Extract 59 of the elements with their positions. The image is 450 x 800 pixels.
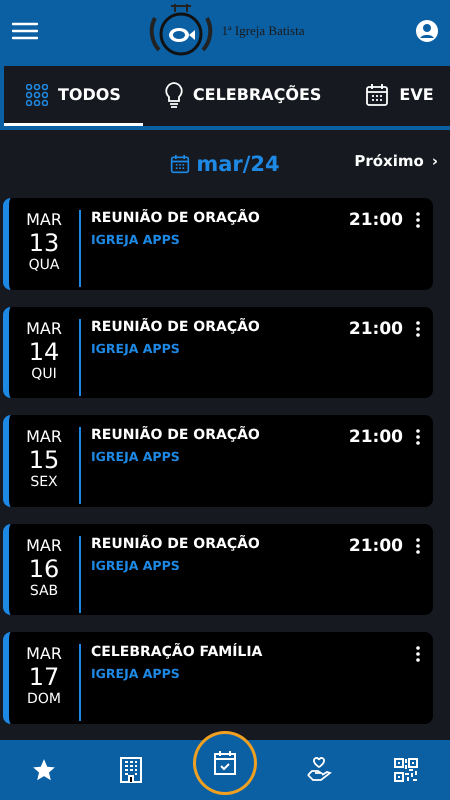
event-organizer: IGREJA APPS xyxy=(91,340,181,356)
profile-button[interactable] xyxy=(416,20,438,42)
event-weekday: QUA xyxy=(28,257,60,273)
event-weekday: SAB xyxy=(30,582,58,599)
event-day: 16 xyxy=(28,554,60,583)
event-day: 17 xyxy=(28,663,60,692)
menu-icon xyxy=(12,22,38,40)
event-title: REUNIÃO DE ORAÇÃO xyxy=(91,427,261,444)
calendar-check-icon xyxy=(212,750,237,776)
building-icon xyxy=(118,757,143,783)
event-time: 21:00 xyxy=(348,318,403,341)
event-month: MAR xyxy=(26,644,62,664)
event-card[interactable]: MAR 15 SEX REUNIÃO DE ORAÇÃO IGREJA APPS 21:00 xyxy=(3,415,433,507)
grid-icon xyxy=(26,84,48,106)
event-organizer: IGREJA APPS xyxy=(91,449,181,464)
event-card[interactable]: MAR 17 DOM CELEBRAÇÃO FAMÍLIA IGREJA APPS xyxy=(3,632,433,724)
event-month: MAR xyxy=(26,536,62,555)
calendar-icon xyxy=(365,82,390,106)
category-tab[interactable]: TODOS xyxy=(4,66,143,126)
event-time: 21:00 xyxy=(348,534,403,558)
event-day: 15 xyxy=(28,446,60,474)
qr-code-icon xyxy=(394,758,418,782)
logo-text: 1ª Igreja Batista xyxy=(221,23,304,39)
more-icon xyxy=(416,429,420,446)
event-card[interactable]: MAR 13 QUA REUNIÃO DE ORAÇÃO IGREJA APPS 21:00 xyxy=(3,198,433,290)
event-month: MAR xyxy=(26,318,62,338)
event-card[interactable]: MAR 16 SAB REUNIÃO DE ORAÇÃO IGREJA APPS 21:00 xyxy=(3,524,433,616)
next-month-button[interactable]: Próximo › xyxy=(354,152,438,170)
event-title: REUNIÃO DE ORAÇÃO xyxy=(91,210,261,226)
calendar-icon xyxy=(170,154,190,174)
hand-heart-icon xyxy=(306,757,332,783)
more-icon xyxy=(416,646,420,662)
star-icon xyxy=(30,757,57,783)
more-icon xyxy=(416,538,420,554)
event-weekday: QUI xyxy=(31,366,57,382)
event-title: REUNIÃO DE ORAÇÃO xyxy=(91,318,261,335)
event-day: 13 xyxy=(28,229,60,257)
more-icon xyxy=(416,320,420,337)
event-time: 21:00 xyxy=(348,209,403,232)
event-time: 21:00 xyxy=(348,426,403,450)
event-card[interactable]: MAR 14 QUI REUNIÃO DE ORAÇÃO IGREJA APPS 21:00 xyxy=(3,306,433,398)
menu-button[interactable] xyxy=(12,22,38,40)
month-label: mar/24 xyxy=(196,152,280,176)
event-weekday: DOM xyxy=(27,691,61,708)
event-title: CELEBRAÇÃO FAMÍLIA xyxy=(91,644,264,660)
lightbulb-icon xyxy=(164,82,183,108)
category-tab[interactable]: EVE xyxy=(343,66,450,126)
event-organizer: IGREJA APPS xyxy=(91,232,181,247)
event-day: 14 xyxy=(28,338,60,366)
more-icon xyxy=(416,212,420,228)
event-weekday: SEX xyxy=(30,474,58,490)
nav-button[interactable] xyxy=(196,734,254,792)
category-tab[interactable]: CELEBRAÇÕES xyxy=(142,66,344,126)
user-icon xyxy=(416,20,438,42)
event-title: REUNIÃO DE ORAÇÃO xyxy=(91,536,261,552)
event-month: MAR xyxy=(26,210,62,229)
event-organizer: IGREJA APPS xyxy=(91,666,181,682)
event-month: MAR xyxy=(26,427,62,446)
event-organizer: IGREJA APPS xyxy=(91,558,181,573)
